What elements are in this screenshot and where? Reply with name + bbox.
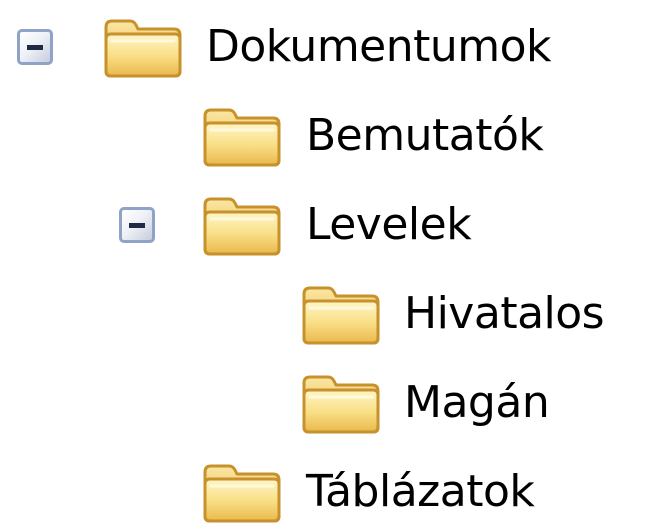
tree-node-hivatalos[interactable]: Hivatalos — [0, 274, 652, 354]
tree-node-label: Levelek — [306, 199, 472, 250]
folder-icon — [300, 369, 382, 435]
collapse-levelek-button[interactable] — [119, 207, 155, 243]
minus-box-icon — [27, 45, 43, 50]
tree-node-tablazatok[interactable]: Táblázatok — [0, 452, 652, 532]
minus-box-icon — [129, 223, 145, 228]
tree-node-label: Hivatalos — [404, 288, 605, 339]
folder-tree: Dokumentumok Bemutatók Levelek Hivatalos… — [0, 0, 652, 532]
folder-icon — [102, 13, 184, 79]
tree-node-dokumentumok[interactable]: Dokumentumok — [0, 7, 652, 87]
folder-icon — [201, 102, 283, 168]
tree-node-levelek[interactable]: Levelek — [0, 185, 652, 265]
folder-icon — [201, 458, 283, 524]
tree-node-label: Dokumentumok — [206, 21, 552, 72]
tree-node-label: Magán — [404, 377, 550, 428]
folder-icon — [201, 191, 283, 257]
tree-node-bemutatok[interactable]: Bemutatók — [0, 96, 652, 176]
tree-node-label: Bemutatók — [306, 110, 544, 161]
folder-icon — [300, 280, 382, 346]
collapse-dokumentumok-button[interactable] — [17, 29, 53, 65]
tree-node-label: Táblázatok — [306, 466, 535, 517]
tree-node-magan[interactable]: Magán — [0, 363, 652, 443]
